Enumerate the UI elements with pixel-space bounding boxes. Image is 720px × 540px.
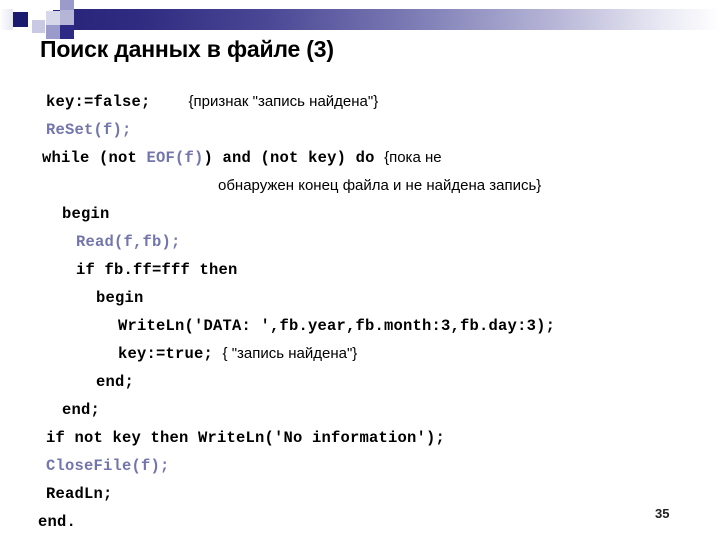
code-identifier: ReSet(f); (46, 121, 132, 139)
code-line: Read(f,fb); (38, 228, 718, 256)
code-comment: обнаружен конец файла и не найдена запис… (218, 177, 542, 194)
code-line: WriteLn('DATA: ',fb.year,fb.month:3,fb.d… (38, 312, 718, 340)
code-token: if not key then WriteLn('No information'… (46, 429, 446, 447)
decor-square-white-top (46, 0, 60, 10)
code-token: key:=true; (118, 345, 223, 363)
code-token: end. (38, 513, 77, 531)
code-line: end; (38, 368, 718, 396)
code-token: begin (96, 289, 144, 307)
page-title: Поиск данных в файле (3) (40, 36, 334, 62)
code-token: ReadLn; (46, 485, 113, 503)
code-comment: {признак "запись найдена"} (188, 93, 379, 110)
code-listing: key:=false; {признак "запись найдена"} Re… (38, 88, 718, 536)
code-line: end. (38, 508, 718, 536)
decor-square-left-fade (0, 9, 13, 30)
code-token: begin (62, 205, 110, 223)
code-token: key:=false; (46, 93, 151, 111)
code-line: if not key then WriteLn('No information'… (38, 424, 718, 452)
code-line: while (not EOF(f)) and (not key) do {пок… (38, 144, 718, 172)
code-line: if fb.ff=fff then (38, 256, 718, 284)
slide-page-number: 35 (655, 506, 670, 521)
code-comment: { "запись найдена"} (222, 345, 358, 362)
code-token: WriteLn('DATA: ',fb.year,fb.month:3,fb.d… (118, 317, 556, 335)
code-line: обнаружен конец файла и не найдена запис… (38, 172, 718, 200)
code-token: end; (62, 401, 101, 419)
code-identifier: CloseFile(f); (46, 457, 170, 475)
decor-square-dark-navy (13, 12, 28, 27)
code-line: ReadLn; (38, 480, 718, 508)
code-comment: {пока не (384, 149, 442, 166)
decor-square-light-grey (46, 11, 60, 25)
code-token: if fb.ff=fff then (76, 261, 238, 279)
code-line: begin (38, 284, 718, 312)
code-identifier: EOF(f) (146, 149, 204, 167)
code-line: key:=true; { "запись найдена"} (38, 340, 718, 368)
code-token: end; (96, 373, 135, 391)
header-gradient-bar (53, 9, 720, 30)
code-line: ReSet(f); (38, 116, 718, 144)
decor-square-pale-lilac (32, 20, 45, 33)
code-token: while (not (42, 149, 147, 167)
code-line: CloseFile(f); (38, 452, 718, 480)
decor-square-soft-violet (60, 10, 74, 25)
code-line: key:=false; {признак "запись найдена"} (38, 88, 718, 116)
code-line: begin (38, 200, 718, 228)
code-line: end; (38, 396, 718, 424)
decor-square-white-upper (31, 2, 45, 16)
decor-square-mid-violet-top (60, 0, 74, 10)
code-identifier: Read(f,fb); (76, 233, 181, 251)
code-token: ) and (not key) do (203, 149, 385, 167)
